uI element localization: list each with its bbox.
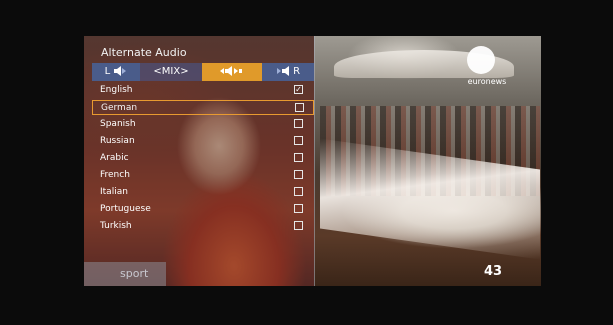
language-label: Portuguese xyxy=(100,204,151,214)
language-checkbox[interactable] xyxy=(294,187,303,196)
menu-title: Alternate Audio xyxy=(101,46,187,59)
language-label: German xyxy=(101,103,138,113)
language-item-turkish[interactable]: Turkish xyxy=(92,219,314,234)
channel-both-button[interactable] xyxy=(202,63,262,81)
language-checkbox[interactable] xyxy=(295,103,304,112)
language-checkbox[interactable]: ✓ xyxy=(294,85,303,94)
language-item-german[interactable]: German xyxy=(92,100,314,115)
tv-screen: euronews 43 Alternate Audio L <MIX> R En… xyxy=(0,0,613,325)
sport-tab[interactable]: sport xyxy=(84,262,166,286)
language-label: Turkish xyxy=(100,221,132,231)
speaker-right-icon xyxy=(276,66,289,76)
language-item-french[interactable]: French xyxy=(92,168,314,183)
language-item-english[interactable]: English ✓ xyxy=(92,83,314,98)
channel-left-label: L xyxy=(104,66,111,77)
channel-mix-button[interactable]: <MIX> xyxy=(140,63,202,81)
language-item-spanish[interactable]: Spanish xyxy=(92,117,314,132)
channel-number: 43 xyxy=(484,264,503,279)
language-item-italian[interactable]: Italian xyxy=(92,185,314,200)
language-label: Spanish xyxy=(100,119,136,129)
language-label: Italian xyxy=(100,187,128,197)
channel-right-button[interactable]: R xyxy=(262,63,314,81)
language-checkbox[interactable] xyxy=(294,119,303,128)
language-checkbox[interactable] xyxy=(294,170,303,179)
language-item-portuguese[interactable]: Portuguese xyxy=(92,202,314,217)
language-label: Arabic xyxy=(100,153,129,163)
alternate-audio-menu: Alternate Audio L <MIX> R English ✓ Germ… xyxy=(84,36,315,286)
language-label: Russian xyxy=(100,136,135,146)
euronews-logo-icon xyxy=(467,46,495,74)
language-checkbox[interactable] xyxy=(294,136,303,145)
channel-right-label: R xyxy=(293,66,301,77)
language-label: French xyxy=(100,170,130,180)
language-item-arabic[interactable]: Arabic xyxy=(92,151,314,166)
language-checkbox[interactable] xyxy=(294,221,303,230)
speaker-both-icon xyxy=(220,66,242,76)
language-item-russian[interactable]: Russian xyxy=(92,134,314,149)
speaker-left-icon xyxy=(114,66,127,76)
language-checkbox[interactable] xyxy=(294,204,303,213)
channel-left-button[interactable]: L xyxy=(92,63,140,81)
language-label: English xyxy=(100,85,133,95)
sport-tab-label: sport xyxy=(120,267,149,280)
channel-mix-label: <MIX> xyxy=(153,66,189,77)
euronews-logo-text: euronews xyxy=(467,77,507,86)
audio-channel-bar: L <MIX> R xyxy=(92,63,314,81)
language-checkbox[interactable] xyxy=(294,153,303,162)
